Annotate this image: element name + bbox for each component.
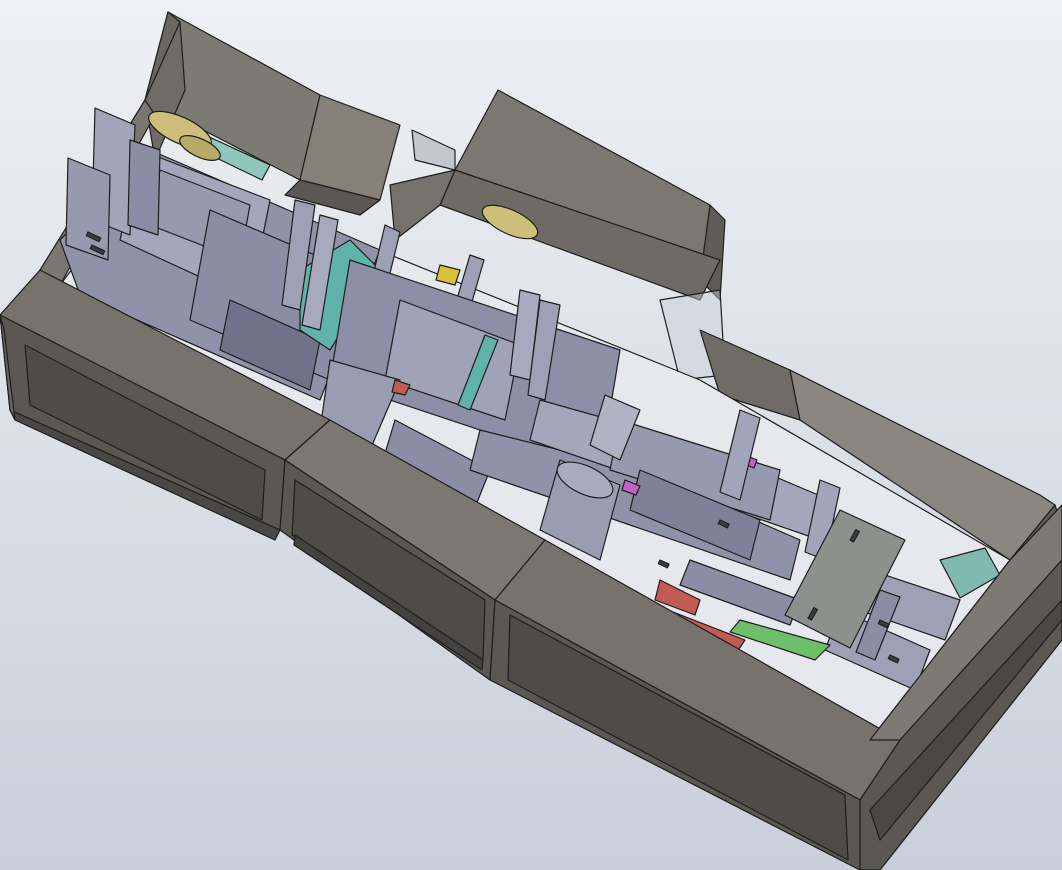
cad-viewport[interactable] xyxy=(0,0,1062,870)
model-canvas[interactable] xyxy=(0,0,1062,870)
upright-bracket-2 xyxy=(65,157,111,261)
